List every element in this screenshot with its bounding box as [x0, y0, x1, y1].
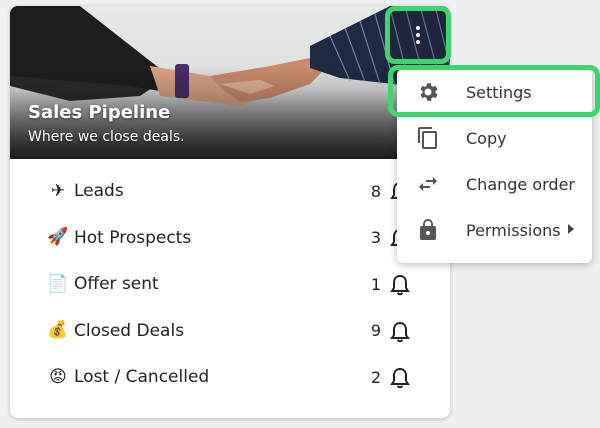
stage-row-closed-deals[interactable]: 💰 Closed Deals 9 [10, 308, 450, 355]
menu-item-label: Permissions [466, 220, 561, 240]
menu-item-label: Settings [466, 82, 532, 102]
stage-row-hot-prospects[interactable]: 🚀 Hot Prospects 3 [10, 215, 450, 262]
stage-label: Closed Deals [74, 320, 185, 341]
stage-list: ✈ Leads 8 🚀 Hot Prospects 3 📄 Offer sent… [10, 168, 450, 401]
menu-item-copy[interactable]: Copy [397, 115, 592, 161]
pipeline-card: Sales Pipeline Where we close deals. ✈ L… [10, 6, 450, 418]
menu-item-change-order[interactable]: Change order [397, 161, 592, 207]
document-icon: 📄 [47, 273, 69, 294]
money-bag-icon: 💰 [47, 320, 69, 341]
lock-icon [420, 219, 436, 240]
gear-icon [420, 83, 438, 101]
menu-item-settings[interactable]: Settings [397, 69, 592, 115]
stage-label: Leads [74, 181, 124, 202]
stage-label: Offer sent [74, 274, 159, 295]
pipeline-title: Sales Pipeline [28, 102, 171, 123]
pipeline-header-image: Sales Pipeline Where we close deals. [10, 6, 450, 159]
bell-icon[interactable] [390, 274, 410, 296]
stage-count: 9 [370, 321, 381, 341]
stage-row-leads[interactable]: ✈ Leads 8 [10, 168, 450, 215]
bell-icon[interactable] [390, 367, 410, 389]
rocket-icon: 🚀 [47, 227, 69, 248]
angry-face-icon: 😡 [49, 366, 67, 387]
stage-count: 8 [370, 181, 381, 201]
stage-row-lost-cancelled[interactable]: 😡 Lost / Cancelled 2 [10, 354, 450, 401]
more-options-button[interactable] [385, 6, 451, 64]
stage-count: 1 [370, 274, 381, 294]
menu-item-label: Copy [466, 128, 507, 148]
stage-count: 3 [370, 228, 381, 248]
swap-arrows-icon [419, 177, 437, 191]
bell-icon[interactable] [390, 321, 410, 343]
airplane-icon: ✈ [50, 180, 66, 201]
kebab-menu-icon [416, 26, 420, 44]
menu-item-label: Change order [466, 174, 576, 194]
options-dropdown-menu: Settings Copy Change order Permissions [397, 69, 592, 263]
stage-label: Hot Prospects [74, 227, 192, 248]
copy-icon [418, 127, 437, 149]
menu-item-permissions[interactable]: Permissions [397, 207, 592, 253]
stage-label: Lost / Cancelled [74, 367, 210, 388]
stage-count: 2 [370, 367, 381, 387]
pipeline-subtitle: Where we close deals. [28, 129, 185, 145]
stage-row-offer-sent[interactable]: 📄 Offer sent 1 [10, 261, 450, 308]
submenu-arrow-icon [568, 224, 574, 234]
